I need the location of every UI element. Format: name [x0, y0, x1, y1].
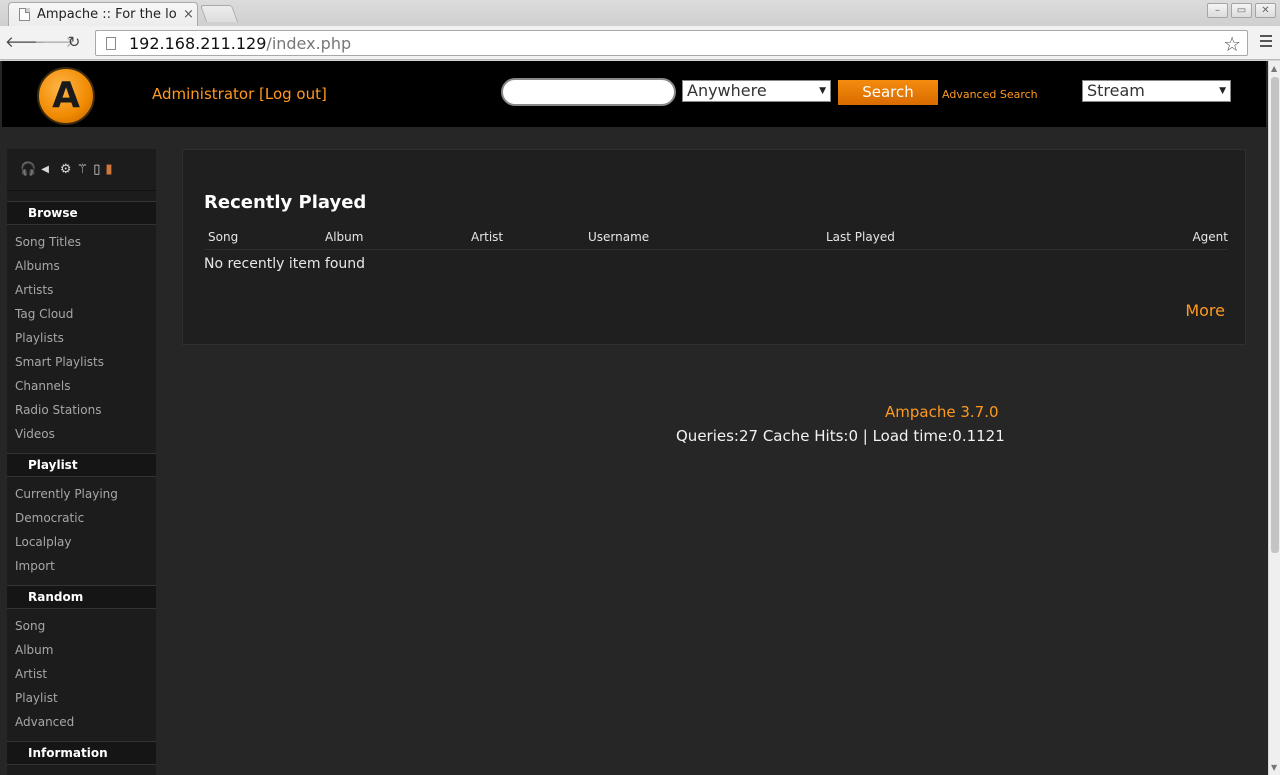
stream-select[interactable]: Stream ▼	[1082, 80, 1231, 102]
address-bar[interactable]: 192.168.211.129/index.php ☆	[95, 30, 1248, 56]
vertical-scrollbar[interactable]: ▲ ▼	[1268, 61, 1280, 775]
minimize-button[interactable]: –	[1207, 3, 1228, 18]
maximize-button[interactable]: ▭	[1231, 3, 1252, 18]
sidebar-item-channels[interactable]: Channels	[7, 374, 156, 398]
reload-icon[interactable]: ↻	[63, 32, 85, 52]
sidebar-item-random-advanced[interactable]: Advanced	[7, 710, 156, 734]
sidebar-section-information[interactable]: Information	[7, 741, 156, 765]
headphones-icon[interactable]: 🎧	[20, 162, 36, 177]
browser-tab[interactable]: Ampache :: For the lov ×	[8, 2, 198, 26]
search-scope-select[interactable]: Anywhere ▼	[682, 80, 831, 102]
sidebar-item-videos[interactable]: Videos	[7, 422, 156, 446]
sidebar-icon-bar: 🎧 ◀ ⚙ ⚚ ▯ ▮	[7, 149, 156, 191]
page-icon	[19, 8, 30, 21]
sidebar-item-song-titles[interactable]: Song Titles	[7, 230, 156, 254]
recently-played-panel: Recently Played Song Album Artist Userna…	[182, 149, 1246, 345]
empty-message: No recently item found	[204, 256, 366, 272]
column-header-agent[interactable]: Agent	[1192, 230, 1228, 244]
user-logout-link[interactable]: Administrator [Log out]	[152, 85, 327, 103]
search-scope-value: Anywhere	[687, 81, 767, 100]
stream-select-value: Stream	[1087, 81, 1145, 100]
footer-stats: Queries:27 Cache Hits:0 | Load time:0.11…	[676, 427, 1005, 445]
url-path: /index.php	[266, 33, 352, 53]
document-icon[interactable]: ▯	[93, 162, 100, 177]
url-host: 192.168.211.129	[129, 33, 267, 53]
sidebar-item-random-artist[interactable]: Artist	[7, 662, 156, 686]
site-header: A Administrator [Log out] Anywhere ▼ Sea…	[2, 61, 1266, 127]
column-header-album[interactable]: Album	[325, 230, 363, 244]
sidebar-list-random: Song Album Artist Playlist Advanced	[7, 609, 156, 734]
bookmark-star-icon[interactable]: ☆	[1223, 32, 1241, 56]
sidebar-item-localplay[interactable]: Localplay	[7, 530, 156, 554]
panel-title: Recently Played	[204, 192, 367, 213]
chevron-down-icon: ▼	[819, 86, 826, 96]
sidebar-item-currently-playing[interactable]: Currently Playing	[7, 482, 156, 506]
tab-title: Ampache :: For the lov	[37, 7, 177, 22]
sidebar-section-random[interactable]: Random	[7, 585, 156, 609]
sidebar-item-artists[interactable]: Artists	[7, 278, 156, 302]
search-input[interactable]	[501, 78, 676, 106]
advanced-search-link[interactable]: Advanced Search	[942, 88, 1038, 101]
table-header: Song Album Artist Username Last Played A…	[204, 228, 1228, 250]
sidebar-item-playlists[interactable]: Playlists	[7, 326, 156, 350]
new-tab-button[interactable]	[199, 5, 239, 22]
sidebar-item-democratic[interactable]: Democratic	[7, 506, 156, 530]
window-controls: – ▭ ✕	[1207, 3, 1276, 18]
sidebar-item-import[interactable]: Import	[7, 554, 156, 578]
sidebar-list-browse: Song Titles Albums Artists Tag Cloud Pla…	[7, 225, 156, 446]
browser-tabstrip: Ampache :: For the lov × – ▭ ✕	[0, 0, 1280, 26]
forward-icon[interactable]: 🡒	[34, 32, 74, 52]
sidebar-section-browse[interactable]: Browse	[7, 201, 156, 225]
scroll-down-icon[interactable]: ▼	[1271, 763, 1277, 772]
page-icon	[106, 36, 116, 50]
gear-icon[interactable]: ⚙	[60, 162, 72, 177]
column-header-last-played[interactable]: Last Played	[826, 230, 895, 244]
column-header-artist[interactable]: Artist	[471, 230, 503, 244]
back-icon[interactable]: 🡐	[5, 32, 45, 52]
sidebar: 🎧 ◀ ⚙ ⚚ ▯ ▮ Browse Song Titles Albums Ar…	[7, 149, 156, 775]
browser-toolbar: 🡐 🡒 ↻ 192.168.211.129/index.php ☆	[0, 26, 1280, 60]
sidebar-list-playlist: Currently Playing Democratic Localplay I…	[7, 477, 156, 578]
search-button[interactable]: Search	[838, 80, 938, 105]
wand-icon[interactable]: ⚚	[77, 162, 89, 177]
column-header-username[interactable]: Username	[588, 230, 649, 244]
sidebar-item-tag-cloud[interactable]: Tag Cloud	[7, 302, 156, 326]
more-link[interactable]: More	[1185, 301, 1225, 320]
sidebar-item-random-song[interactable]: Song	[7, 614, 156, 638]
close-window-button[interactable]: ✕	[1255, 3, 1276, 18]
exit-door-icon[interactable]: ▮	[105, 162, 112, 177]
sidebar-item-radio-stations[interactable]: Radio Stations	[7, 398, 156, 422]
chevron-down-icon: ▼	[1219, 86, 1226, 96]
tab-close-icon[interactable]: ×	[183, 8, 194, 21]
sidebar-item-random-playlist[interactable]: Playlist	[7, 686, 156, 710]
browser-menu-icon[interactable]	[1260, 35, 1272, 50]
scroll-up-icon[interactable]: ▲	[1271, 64, 1277, 73]
sidebar-item-random-album[interactable]: Album	[7, 638, 156, 662]
column-header-song[interactable]: Song	[208, 230, 238, 244]
ampache-logo[interactable]: A	[37, 67, 95, 125]
version-link[interactable]: Ampache 3.7.0	[885, 403, 999, 421]
sidebar-section-playlist[interactable]: Playlist	[7, 453, 156, 477]
page: A Administrator [Log out] Anywhere ▼ Sea…	[0, 61, 1268, 775]
sidebar-item-smart-playlists[interactable]: Smart Playlists	[7, 350, 156, 374]
scrollbar-thumb[interactable]	[1271, 77, 1279, 553]
speaker-icon[interactable]: ◀	[41, 164, 49, 175]
sidebar-item-albums[interactable]: Albums	[7, 254, 156, 278]
